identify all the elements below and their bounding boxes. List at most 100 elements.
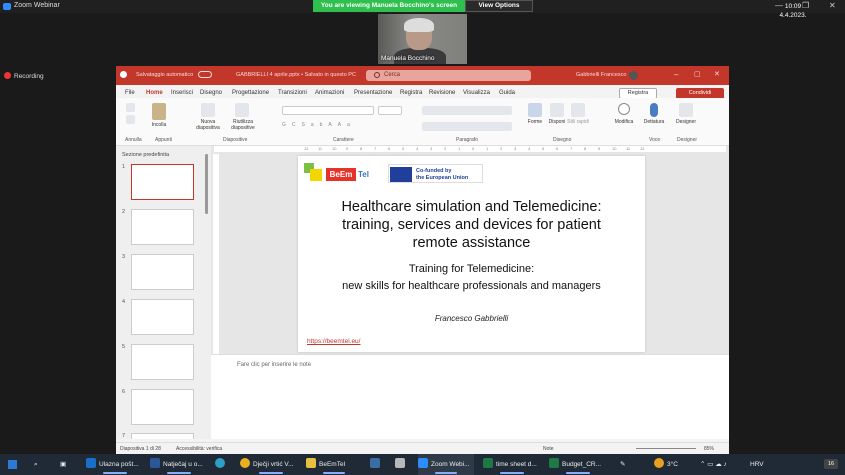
tab-design[interactable]: Progettazione bbox=[232, 90, 269, 96]
ruler-tick: 0 bbox=[472, 146, 475, 151]
tab-draw[interactable]: Disegno bbox=[200, 90, 222, 96]
dictation-label: Dettatura bbox=[643, 119, 665, 125]
taskbar-item-word[interactable]: Natječaj u o... bbox=[150, 454, 208, 475]
search-taskbar-icon[interactable]: ⌕ bbox=[34, 454, 38, 475]
new-slide-icon[interactable] bbox=[201, 103, 215, 117]
slide-thumbnail-3[interactable] bbox=[131, 254, 194, 290]
font-format-buttons[interactable]: GCSabAAa bbox=[282, 122, 417, 128]
ppt-close-icon[interactable]: ✕ bbox=[714, 70, 720, 78]
group-slides: Diapositive bbox=[223, 137, 248, 143]
pen-icon[interactable]: ✎ bbox=[620, 454, 625, 475]
ruler-tick: 12 bbox=[640, 146, 645, 151]
status-bar: Diapositiva 1 di 28 Accessibilità: verif… bbox=[116, 442, 729, 454]
taskbar-item-excel-2[interactable]: Budget_CR... bbox=[549, 454, 607, 475]
word-icon bbox=[150, 458, 160, 468]
eu-flag-icon bbox=[390, 167, 412, 182]
recording-indicator: Recording bbox=[4, 72, 44, 80]
section-label[interactable]: Sezione predefinita bbox=[122, 152, 169, 158]
speaker-hair bbox=[404, 18, 434, 32]
slide-thumbnail-2[interactable] bbox=[131, 209, 194, 245]
ruler-tick: 5 bbox=[542, 146, 545, 151]
search-input[interactable]: Cerca bbox=[366, 70, 531, 81]
slide-link[interactable]: https://beemtel.eu/ bbox=[307, 338, 360, 345]
status-notes-button[interactable]: Note bbox=[543, 446, 554, 452]
font-size-select[interactable] bbox=[378, 106, 402, 115]
tab-insert[interactable]: Inserisci bbox=[171, 90, 193, 96]
quick-styles-icon[interactable] bbox=[571, 103, 585, 117]
powerpoint-logo-icon bbox=[120, 71, 127, 78]
status-accessibility[interactable]: Accessibilità: verifica bbox=[176, 446, 222, 452]
tray-icons[interactable]: ⌃ ▭ ☁ ♪ bbox=[700, 454, 727, 475]
clock[interactable]: 10:09 4.4.2023. bbox=[768, 2, 818, 20]
task-view-icon[interactable]: ▣ bbox=[60, 454, 66, 475]
ruler-tick: 1 bbox=[486, 146, 489, 151]
ruler-tick: 4 bbox=[528, 146, 531, 151]
undo-icon[interactable] bbox=[126, 103, 135, 112]
arrange-icon[interactable] bbox=[550, 103, 564, 117]
notification-badge[interactable]: 16 bbox=[824, 459, 838, 469]
tab-slideshow[interactable]: Presentazione bbox=[354, 90, 392, 96]
paste-icon[interactable] bbox=[152, 103, 166, 120]
ppt-restore-icon[interactable]: ▢ bbox=[694, 70, 701, 78]
tab-home[interactable]: Home bbox=[146, 90, 163, 100]
avatar[interactable] bbox=[629, 71, 638, 80]
thumb-number: 5 bbox=[122, 344, 126, 350]
edit-search-icon[interactable] bbox=[618, 103, 630, 115]
status-zoom-level[interactable]: 85% bbox=[704, 446, 714, 452]
reuse-slides-icon[interactable] bbox=[235, 103, 249, 117]
taskbar-item-outlook[interactable]: Ulazna pošt... bbox=[86, 454, 144, 475]
view-options-button[interactable]: View Options bbox=[465, 0, 533, 12]
tab-review[interactable]: Revisione bbox=[429, 90, 455, 96]
tab-record[interactable]: Registra bbox=[400, 90, 422, 96]
tab-help[interactable]: Guida bbox=[499, 90, 515, 96]
slide-thumbnail-6[interactable] bbox=[131, 389, 194, 425]
ruler-tick: 10 bbox=[612, 146, 617, 151]
excel-icon bbox=[483, 458, 493, 468]
slide[interactable]: BeEm Tel Co-funded by the European Union… bbox=[298, 156, 645, 352]
ruler-tick: 11 bbox=[318, 146, 323, 151]
app-icon[interactable] bbox=[395, 454, 408, 475]
designer-icon[interactable] bbox=[679, 103, 693, 117]
taskbar-item-zoom[interactable]: Zoom Webi... bbox=[418, 454, 474, 475]
taskbar-item-folder[interactable]: BeEmTel bbox=[306, 454, 361, 475]
speaker-video[interactable]: Manuela Bocchino bbox=[378, 14, 467, 64]
zoom-logo-icon bbox=[3, 3, 11, 10]
windows-start-icon[interactable] bbox=[8, 460, 17, 469]
slide-thumbnail-5[interactable] bbox=[131, 344, 194, 380]
viewing-banner: You are viewing Manuela Bocchino's scree… bbox=[313, 0, 465, 12]
autosave-toggle[interactable] bbox=[198, 71, 212, 78]
ruler-tick: 2 bbox=[500, 146, 503, 151]
tab-animations[interactable]: Animazioni bbox=[315, 90, 344, 96]
paragraph-buttons[interactable] bbox=[422, 106, 512, 115]
redo-icon[interactable] bbox=[126, 115, 135, 124]
font-name-select[interactable] bbox=[282, 106, 374, 115]
ruler-tick: 1 bbox=[458, 146, 461, 151]
taskbar-item-excel-1[interactable]: time sheet d... bbox=[483, 454, 541, 475]
slide-thumbnail-1[interactable] bbox=[131, 164, 194, 200]
alignment-buttons[interactable] bbox=[422, 122, 512, 131]
slide-thumbnail-7[interactable] bbox=[131, 433, 194, 439]
powerpoint-window: Salvataggio automatico GABBRIELLI 4 apri… bbox=[116, 66, 729, 454]
tab-view[interactable]: Visualizza bbox=[463, 90, 490, 96]
calendar-icon[interactable] bbox=[370, 454, 383, 475]
reuse-slides-label: Riutilizza diapositive bbox=[231, 119, 255, 131]
thumbnails-scrollbar[interactable] bbox=[205, 154, 208, 214]
taskbar-item-chrome[interactable]: Dječji vrtić V... bbox=[240, 454, 302, 475]
shapes-icon[interactable] bbox=[528, 103, 542, 117]
taskbar-item-label: time sheet d... bbox=[496, 461, 537, 468]
language-indicator[interactable]: HRV bbox=[750, 454, 764, 475]
zoom-slider[interactable] bbox=[636, 448, 696, 449]
edit-label: Modifica bbox=[614, 119, 634, 125]
close-icon[interactable]: ✕ bbox=[829, 1, 836, 10]
slide-thumbnail-4[interactable] bbox=[131, 299, 194, 335]
user-name: Gabbrielli Francesco bbox=[576, 72, 627, 78]
dictation-icon[interactable] bbox=[650, 103, 658, 117]
notes-pane[interactable]: Fare clic per inserire le note bbox=[211, 354, 729, 439]
edge-icon[interactable] bbox=[215, 454, 228, 475]
ruler-tick: 9 bbox=[346, 146, 349, 151]
tab-transitions[interactable]: Transizioni bbox=[278, 90, 307, 96]
weather-widget[interactable]: 3°C bbox=[654, 454, 678, 475]
tab-file[interactable]: File bbox=[125, 90, 135, 96]
horizontal-ruler: 12 11 10 9 8 7 6 5 4 3 2 1 0 1 2 3 4 5 6 7 8 9 10 11 12 bbox=[214, 146, 726, 152]
ppt-minimize-icon[interactable]: – bbox=[674, 70, 678, 79]
